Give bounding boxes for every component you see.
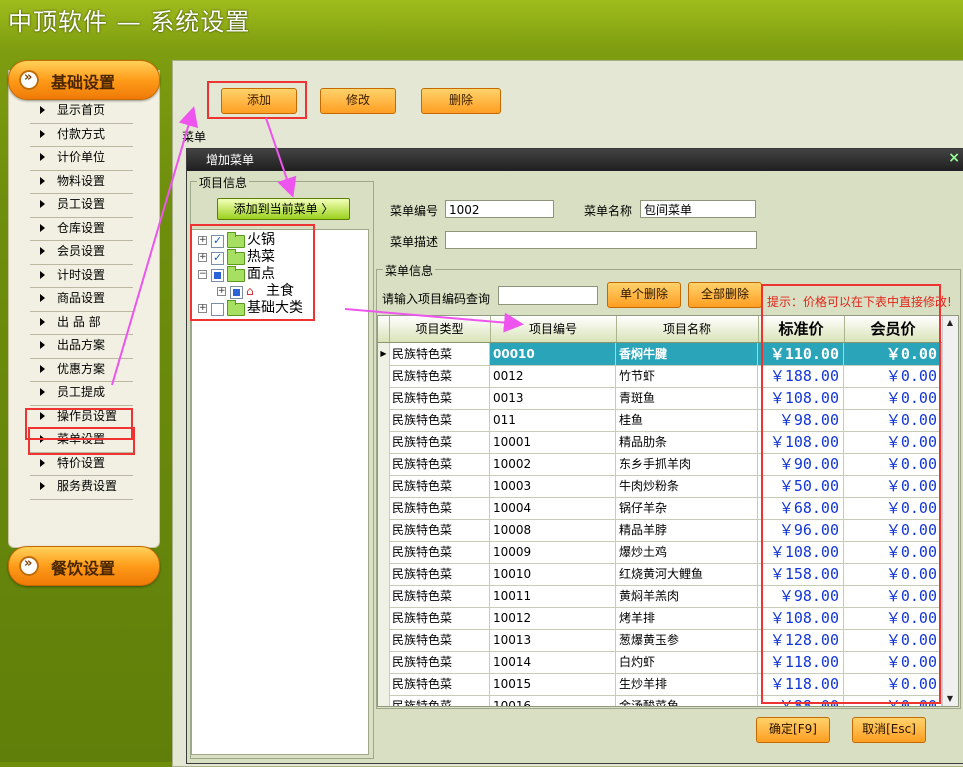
annotation-arrows [111, 106, 524, 386]
